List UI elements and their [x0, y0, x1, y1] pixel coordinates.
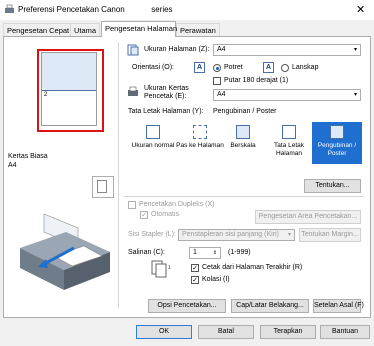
- layout-tiling-icon: [330, 125, 344, 139]
- copies-stack-icon: 1: [151, 260, 171, 278]
- defaults-button[interactable]: Setelan Asal (F): [313, 299, 364, 313]
- help-button[interactable]: Bantuan: [320, 325, 370, 339]
- printer-paper-label-line2: Pencetak (E):: [144, 93, 187, 100]
- landscape-label: Lanskap: [292, 64, 319, 71]
- preview-tile-area: [42, 53, 96, 90]
- ok-button[interactable]: OK: [136, 325, 192, 339]
- stapling-side-label: Sisi Stapler (L):: [128, 231, 176, 238]
- layout-tiling-poster[interactable]: Pengubinan / Poster: [312, 122, 362, 164]
- print-area-setup-button[interactable]: Pengesetan Area Pencetakan...: [255, 210, 361, 224]
- tab-maintenance[interactable]: Perawatan: [176, 23, 220, 36]
- preview-divider: [42, 90, 96, 91]
- page-layout-current: Pengubinan / Poster: [213, 108, 277, 115]
- landscape-radio[interactable]: [281, 64, 289, 72]
- layout-page-layout[interactable]: Tata Letak Halaman: [264, 122, 314, 164]
- preview-page-number: 2: [44, 92, 48, 98]
- stamp-background-button[interactable]: Cap/Latar Belakang...: [231, 299, 309, 313]
- rotate-180-label: Putar 180 derajat (1): [224, 77, 289, 84]
- apply-button[interactable]: Terapkan: [260, 325, 316, 339]
- collate-label: Kolasi (I): [202, 276, 230, 283]
- copies-range: (1-999): [228, 249, 251, 256]
- auto-duplex-checkbox[interactable]: ✓: [140, 211, 148, 219]
- portrait-radio[interactable]: [213, 64, 221, 72]
- page-size-select[interactable]: A4 ▾: [213, 44, 361, 56]
- printer-paper-select[interactable]: A4 ▾: [213, 89, 361, 101]
- duplex-label: Pencetakan Dupleks (X): [139, 201, 215, 208]
- layout-normal-size[interactable]: Ukuran normal: [128, 122, 178, 164]
- close-icon[interactable]: ✕: [356, 3, 365, 16]
- stapling-side-select[interactable]: Penstapleran sisi panjang (Kiri) ▾: [178, 229, 295, 241]
- svg-text:1: 1: [168, 265, 171, 271]
- printer-paper-icon: [128, 86, 138, 96]
- portrait-orientation-icon: A: [194, 62, 205, 73]
- print-last-page-first-checkbox[interactable]: ✓: [191, 264, 199, 272]
- tab-page-setup[interactable]: Pengesetan Halaman: [101, 21, 177, 37]
- auto-duplex-label: Otomatis: [151, 211, 180, 218]
- tab-main[interactable]: Utama: [70, 23, 101, 36]
- layout-page-layout-label: Tata Letak Halaman: [274, 142, 304, 157]
- layout-scaled[interactable]: Berskala: [218, 122, 268, 164]
- rotate-180-checkbox[interactable]: [213, 77, 221, 85]
- printer-icon: [5, 4, 14, 13]
- media-type-label: Kertas Biasa: [8, 153, 48, 160]
- media-size-label: A4: [8, 162, 17, 169]
- collate-checkbox[interactable]: ✓: [191, 276, 199, 284]
- tab-quick-setup[interactable]: Pengesetan Cepat: [3, 23, 74, 36]
- paper-icon: [97, 180, 107, 193]
- duplex-checkbox[interactable]: [128, 201, 136, 209]
- orientation-label: Orientasi (O):: [132, 64, 175, 71]
- page-layout-label: Tata Letak Halaman (Y):: [128, 108, 204, 115]
- layout-fit-icon: [193, 125, 207, 139]
- print-options-button[interactable]: Opsi Pencetakan...: [148, 299, 226, 313]
- landscape-orientation-icon: A: [263, 62, 274, 73]
- page-size-label: Ukuran Halaman (Z):: [144, 46, 210, 53]
- printer-paper-label-line1: Ukuran Kertas: [144, 85, 189, 92]
- portrait-label: Potret: [224, 64, 243, 71]
- printer-illustration: [20, 213, 110, 290]
- layout-scaled-icon: [236, 125, 250, 139]
- copies-input[interactable]: 1 ⇕: [189, 247, 221, 259]
- layout-tiling-label: Pengubinan / Poster: [317, 142, 357, 157]
- specify-button[interactable]: Tentukan...: [304, 179, 361, 193]
- cancel-button[interactable]: Batal: [198, 325, 254, 339]
- copies-label: Salinan (C):: [128, 249, 165, 256]
- page-size-icon: [127, 44, 139, 56]
- layout-page-layout-icon: [282, 125, 296, 139]
- layout-scaled-label: Berskala: [230, 142, 256, 149]
- separator: [124, 196, 364, 197]
- specify-margin-button[interactable]: Tentukan Margin...: [299, 228, 361, 242]
- print-last-page-first-label: Cetak dari Halaman Terakhir (R): [202, 264, 303, 271]
- layout-normal-label: Ukuran normal: [131, 142, 175, 149]
- layout-normal-icon: [146, 125, 160, 139]
- window-title: Preferensi Pencetakan Canon series: [18, 5, 173, 14]
